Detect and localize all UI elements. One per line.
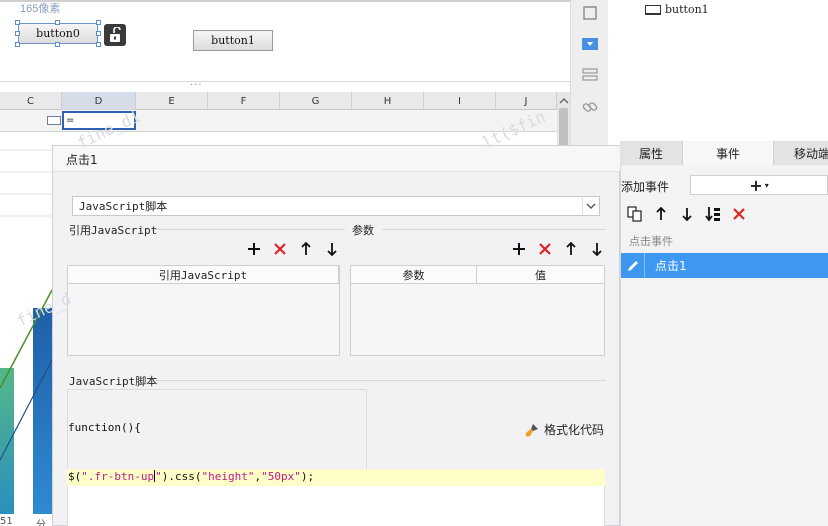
code-line[interactable]: $(".fr-btn-up").css("height","50px"); (68, 470, 314, 483)
event-item-label: 点击1 (655, 259, 687, 273)
column-header[interactable]: E (136, 92, 208, 110)
divider (155, 229, 345, 230)
cell-widget-icon (47, 116, 61, 125)
ref-js-title: 引用JavaScript (69, 224, 158, 237)
code-token: ).css( (161, 470, 202, 483)
chevron-down-icon: ▾ (764, 180, 769, 190)
format-code-button[interactable]: 格式化代码 (524, 421, 604, 438)
code-token: " (155, 470, 162, 483)
button0-widget[interactable]: button0 (18, 23, 98, 44)
scroll-up-icon[interactable] (557, 92, 570, 108)
add-event-dropdown[interactable]: + ▾ (690, 175, 828, 195)
column-header[interactable]: G (280, 92, 352, 110)
move-down-icon[interactable] (588, 240, 606, 258)
add-icon[interactable] (245, 240, 263, 258)
resize-handle[interactable] (55, 42, 60, 47)
brush-icon (525, 423, 538, 436)
add-event-label: 添加事件 (621, 180, 670, 194)
event-section-label: 点击事件 (629, 235, 673, 248)
property-panel (620, 141, 828, 526)
table-header: 参数 值 (351, 266, 604, 284)
resize-handle[interactable] (55, 20, 60, 25)
column-header[interactable]: C (0, 92, 62, 110)
move-down-icon[interactable] (678, 205, 696, 223)
dialog-title-bar[interactable] (53, 146, 620, 172)
ref-js-toolbar (245, 240, 341, 258)
unlock-icon (110, 27, 121, 42)
copy-icon[interactable] (626, 205, 644, 223)
event-type-value: JavaScript脚本 (79, 200, 168, 213)
ref-js-table[interactable]: 引用JavaScript (67, 265, 340, 356)
column-header[interactable]: 参数 (351, 266, 477, 284)
add-icon[interactable] (510, 240, 528, 258)
event-toolbar (626, 204, 748, 224)
code-token: "50px" (261, 470, 301, 483)
column-header[interactable]: F (208, 92, 280, 110)
column-header[interactable]: 引用JavaScript (68, 266, 339, 284)
move-up-icon[interactable] (562, 240, 580, 258)
divider (156, 380, 606, 381)
code-token: ); (300, 470, 315, 483)
format-code-label: 格式化代码 (544, 423, 605, 437)
tree-item-label: button1 (665, 3, 709, 16)
button1-widget[interactable]: button1 (193, 30, 273, 51)
move-bottom-icon[interactable] (704, 205, 722, 223)
component-toolbar (570, 0, 608, 145)
panel-tabs: 属性 事件 移动端 (620, 141, 828, 165)
code-token: ".fr-btn-up (81, 470, 155, 483)
move-down-icon[interactable] (323, 240, 341, 258)
event-item[interactable]: 点击1 (621, 253, 828, 278)
chevron-down-icon[interactable] (582, 197, 599, 215)
column-header-active[interactable]: D (62, 92, 136, 110)
delete-icon[interactable] (271, 240, 289, 258)
row-label: 分 (36, 520, 46, 526)
scroll-thumb[interactable] (559, 108, 568, 148)
resize-handle[interactable] (96, 42, 101, 47)
row-label: 51 (0, 516, 13, 526)
script-title: JavaScript脚本 (69, 375, 158, 388)
tab-attributes[interactable]: 属性 (620, 141, 682, 165)
params-title: 参数 (352, 224, 374, 237)
column-header[interactable]: H (352, 92, 424, 110)
resize-handle[interactable] (15, 31, 20, 36)
resize-handle[interactable] (15, 42, 20, 47)
tab-mobile[interactable]: 移动端 (774, 141, 828, 165)
params-table[interactable]: 参数 值 (350, 265, 605, 356)
unlock-toggle[interactable] (104, 24, 126, 46)
resize-handle[interactable] (15, 20, 20, 25)
code-token: "height" (201, 470, 255, 483)
code-token: $( (68, 470, 82, 483)
width-indicator: 165像素 (20, 3, 61, 15)
move-up-icon[interactable] (652, 205, 670, 223)
column-header[interactable]: I (424, 92, 496, 110)
table-header: 引用JavaScript (68, 266, 339, 284)
resize-handle[interactable] (96, 20, 101, 25)
column-header[interactable]: J (496, 92, 557, 110)
tab-events[interactable]: 事件 (682, 141, 774, 165)
pencil-icon[interactable] (621, 253, 645, 278)
resize-handle[interactable] (96, 31, 101, 36)
link-icon[interactable] (579, 96, 601, 118)
column-header-bar: C D E F G H I J (0, 92, 557, 110)
canvas-top-border (0, 0, 570, 2)
delete-icon[interactable] (730, 205, 748, 223)
dropdown-widget-icon[interactable] (579, 33, 601, 55)
move-up-icon[interactable] (297, 240, 315, 258)
button-widget-icon (645, 4, 661, 15)
add-icon: + (749, 175, 763, 195)
list-widget-icon[interactable] (579, 64, 601, 86)
delete-icon[interactable] (536, 240, 554, 258)
canvas-resize-grip[interactable]: ··· (190, 80, 203, 91)
widget-tree (608, 0, 828, 145)
dialog-title: 点击1 (66, 153, 98, 167)
column-header[interactable]: 值 (477, 266, 604, 284)
frame-icon[interactable] (579, 2, 601, 24)
code-line: function(){ (68, 421, 141, 434)
params-toolbar (510, 240, 606, 258)
divider (382, 229, 606, 230)
tree-item-button1[interactable]: button1 (645, 3, 709, 16)
